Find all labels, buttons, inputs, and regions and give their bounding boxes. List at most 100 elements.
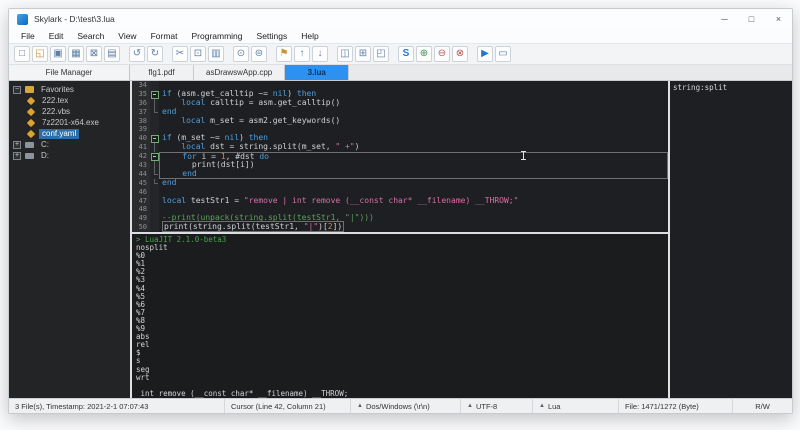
file-manager-panel-tab[interactable]: File Manager (9, 65, 130, 80)
output-line: %4 (136, 285, 668, 293)
code-editor[interactable]: 3435if (asm.get_calltip ~= nil) then36 l… (132, 81, 668, 232)
folder-icon (25, 86, 34, 93)
tree-item-Favorites[interactable]: −Favorites (9, 84, 130, 95)
bookmark-icon[interactable]: ⚑ (276, 46, 292, 62)
code-text[interactable]: print(dst[i]) (159, 161, 668, 170)
menu-format[interactable]: Format (144, 31, 185, 41)
zoom-out-icon[interactable]: ⊖ (434, 46, 450, 62)
status-language[interactable]: ▲Lua (533, 399, 619, 413)
zoom-in-icon[interactable]: ⊕ (416, 46, 432, 62)
output-console[interactable]: > LuaJIT 2.1.0-beta3 nosplit%0%1%2%3%4%5… (132, 234, 668, 398)
script-icon[interactable]: S (398, 46, 414, 62)
output-line: %3 (136, 276, 668, 284)
fullscreen-icon[interactable]: ◰ (373, 46, 389, 62)
app-icon (17, 14, 28, 25)
run-icon[interactable]: ▶ (477, 46, 493, 62)
fold-margin (150, 108, 159, 117)
window-title: Skylark - D:\test\3.lua (34, 14, 115, 24)
status-encoding[interactable]: ▲UTF-8 (461, 399, 533, 413)
menu-edit[interactable]: Edit (42, 31, 71, 41)
tree-item-7z2201-x64-exe[interactable]: 7z2201-x64.exe (9, 117, 130, 128)
tree-item-222-vbs[interactable]: 222.vbs (9, 106, 130, 117)
output-line: nosplit (136, 244, 668, 252)
cut-icon[interactable]: ✂ (172, 46, 188, 62)
paste-icon[interactable]: ▥ (208, 46, 224, 62)
code-text[interactable]: local m_set = asm2.get_keywords() (159, 117, 668, 126)
tree-item-222-tex[interactable]: 222.tex (9, 95, 130, 106)
expander-plus-icon[interactable]: + (13, 141, 21, 149)
expander-minus-icon[interactable]: − (13, 86, 21, 94)
editor-line-36[interactable]: 36 local calltip = asm.get_calltip() (132, 99, 668, 108)
fold-toggle-icon[interactable] (150, 90, 159, 99)
bookmark-prev-icon[interactable]: ↑ (294, 46, 310, 62)
line-number: 36 (132, 99, 150, 108)
editor-line-45[interactable]: 45end (132, 179, 668, 188)
output-line: %9 (136, 325, 668, 333)
document-tab-3-lua[interactable]: 3.lua (285, 65, 349, 80)
replace-icon[interactable]: ⊜ (251, 46, 267, 62)
symbol-panel[interactable]: string:split (670, 81, 792, 398)
status-permission: R/W (733, 399, 792, 413)
new-file-icon[interactable]: □ (14, 46, 30, 62)
editor-line-50[interactable]: 50 print(string.split(testStr1, "|")[2]) (132, 223, 668, 232)
print-icon[interactable]: ▤ (104, 46, 120, 62)
menu-help[interactable]: Help (294, 31, 325, 41)
save-icon[interactable]: ▣ (50, 46, 66, 62)
code-text[interactable]: end (159, 179, 668, 188)
output-line: %1 (136, 260, 668, 268)
editor-line-43[interactable]: 43 print(dst[i]) (132, 161, 668, 170)
tree-item-D-[interactable]: +D: (9, 150, 130, 161)
stop-icon[interactable]: ⊗ (452, 46, 468, 62)
menu-search[interactable]: Search (70, 31, 111, 41)
code-text[interactable]: local dst = string.split(m_set, " +") (159, 143, 668, 152)
redo-icon[interactable]: ↻ (147, 46, 163, 62)
terminal-icon[interactable]: ▭ (495, 46, 511, 62)
tree-item-C-[interactable]: +C: (9, 139, 130, 150)
status-cursor: Cursor (Line 42, Column 21) (225, 399, 351, 413)
menu-file[interactable]: File (14, 31, 42, 41)
document-tab-flg1-pdf[interactable]: flg1.pdf (130, 65, 194, 80)
expander-plus-icon[interactable]: + (13, 152, 21, 160)
undo-icon[interactable]: ↺ (129, 46, 145, 62)
minimize-button[interactable]: ─ (711, 9, 738, 29)
fold-margin (150, 197, 159, 206)
bookmark-next-icon[interactable]: ↓ (312, 46, 328, 62)
document-tab-asDrawswApp-cpp[interactable]: asDrawswApp.cpp (194, 65, 285, 80)
code-text[interactable]: print(string.split(testStr1, "|")[2]) (159, 223, 668, 232)
tree-item-conf-yaml[interactable]: conf.yaml (9, 128, 130, 139)
file-icon (27, 96, 35, 104)
drive-icon (25, 153, 34, 159)
menu-view[interactable]: View (111, 31, 143, 41)
output-line: seg (136, 366, 668, 374)
fold-margin (150, 214, 159, 223)
code-text[interactable]: local calltip = asm.get_calltip() (159, 99, 668, 108)
fold-toggle-icon[interactable] (150, 152, 159, 161)
fold-margin (150, 170, 159, 179)
save-all-icon[interactable]: ▦ (68, 46, 84, 62)
editor-line-41[interactable]: 41 local dst = string.split(m_set, " +") (132, 143, 668, 152)
status-label: File: 1471/1272 (Byte) (625, 402, 699, 411)
code-text[interactable]: end (159, 170, 668, 179)
status-eol[interactable]: ▲Dos/Windows (\r\n) (351, 399, 461, 413)
menu-programming[interactable]: Programming (185, 31, 250, 41)
maximize-button[interactable]: □ (738, 9, 765, 29)
fold-toggle-icon[interactable] (150, 134, 159, 143)
menu-settings[interactable]: Settings (250, 31, 295, 41)
copy-icon[interactable]: ⊡ (190, 46, 206, 62)
fold-margin (150, 223, 159, 232)
view-split-icon[interactable]: ◫ (337, 46, 353, 62)
view-grid-icon[interactable]: ⊞ (355, 46, 371, 62)
close-file-icon[interactable]: ⊠ (86, 46, 102, 62)
close-button[interactable]: × (765, 9, 792, 29)
line-number: 50 (132, 223, 150, 232)
output-line: %6 (136, 301, 668, 309)
search-icon[interactable]: ⊙ (233, 46, 249, 62)
open-folder-icon[interactable]: ◱ (32, 46, 48, 62)
editor-line-47[interactable]: 47local testStr1 = "remove | int remove … (132, 197, 668, 206)
file-tree: −Favorites222.tex222.vbs7z2201-x64.execo… (9, 81, 130, 398)
editor-line-38[interactable]: 38 local m_set = asm2.get_keywords() (132, 117, 668, 126)
code-text[interactable]: local testStr1 = "remove | int remove (_… (159, 197, 668, 206)
editor-line-44[interactable]: 44 end (132, 170, 668, 179)
line-number: 39 (132, 125, 150, 134)
line-number: 43 (132, 161, 150, 170)
